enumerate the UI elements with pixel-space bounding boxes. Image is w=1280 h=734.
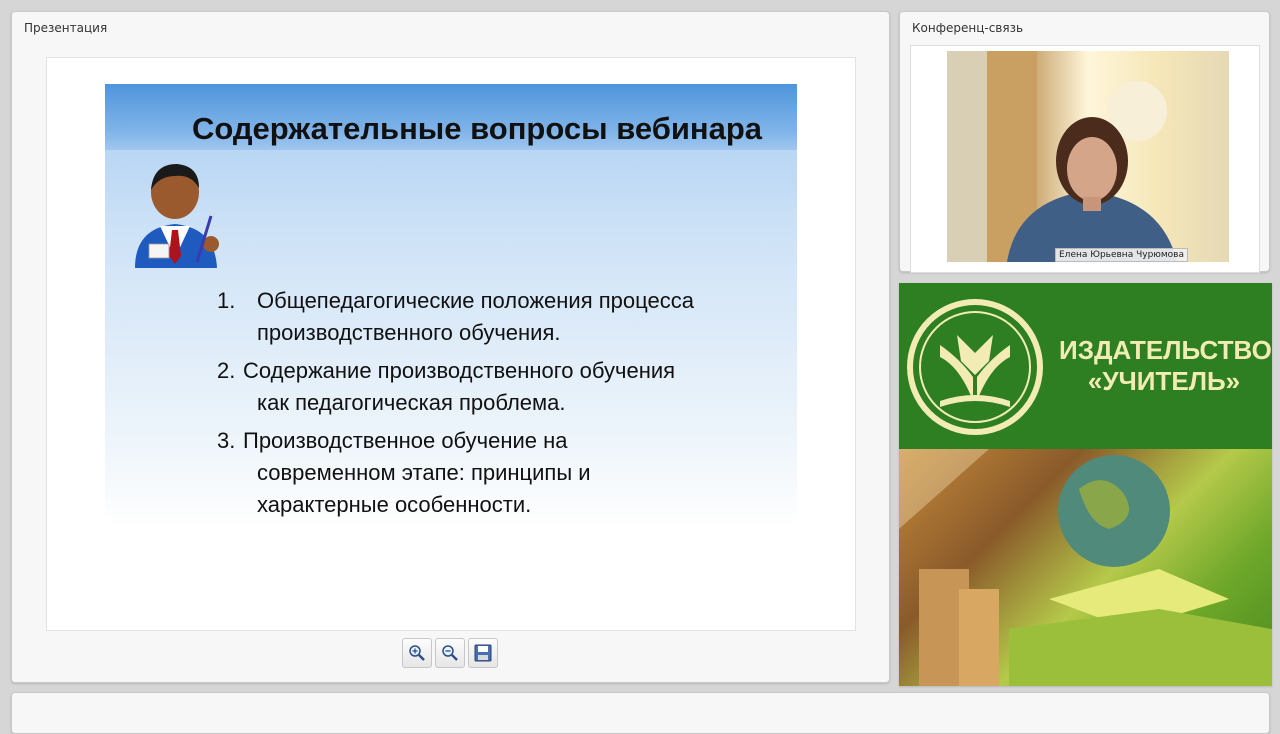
- publisher-name: ИЗДАТЕЛЬСТВО «УЧИТЕЛЬ»: [1059, 335, 1272, 397]
- banner-header: ИЗДАТЕЛЬСТВО «УЧИТЕЛЬ»: [899, 283, 1272, 449]
- publisher-name-line1: ИЗДАТЕЛЬСТВО: [1059, 335, 1272, 365]
- globe-and-books-image: [899, 449, 1272, 686]
- presentation-panel-title: Презентация: [24, 21, 108, 35]
- zoom-out-button[interactable]: [435, 638, 465, 668]
- list-text: Общепедагогические положения процесса: [257, 288, 694, 313]
- slide-list-item: 2. Содержание производственного обучения …: [217, 355, 777, 419]
- speaker-name-tag: Елена Юрьевна Чурюмова: [1055, 248, 1188, 262]
- zoom-in-icon: [409, 645, 425, 661]
- banner-image: [899, 449, 1272, 686]
- slide-viewer[interactable]: Содержательные вопросы вебинара 1. Общепе…: [46, 57, 856, 631]
- list-number: 2.: [217, 358, 236, 383]
- speaker-video-image: [947, 51, 1177, 262]
- teacher-clipart-icon: [135, 164, 219, 268]
- slide-list-item: 3. Производственное обучение на современн…: [217, 425, 777, 521]
- list-text-continuation: характерные особенности.: [257, 492, 532, 517]
- zoom-out-icon: [442, 645, 458, 661]
- save-button[interactable]: [468, 638, 498, 668]
- video-feed[interactable]: Елена Юрьевна Чурюмова: [910, 45, 1260, 273]
- conference-panel: Конференц-связь Елена Юрьевна Чурюмова: [899, 11, 1270, 273]
- zoom-in-button[interactable]: [402, 638, 432, 668]
- slide-title: Содержательные вопросы вебинара: [191, 111, 763, 146]
- slide-list: 1. Общепедагогические положения процесса …: [217, 285, 777, 527]
- save-icon: [474, 644, 492, 662]
- list-text-continuation: современном этапе: принципы и: [257, 460, 591, 485]
- list-number: 3.: [217, 428, 236, 453]
- publisher-logo-icon: [907, 299, 1043, 435]
- video-frame: Елена Юрьевна Чурюмова: [947, 51, 1229, 262]
- list-text: Содержание производственного обучения: [243, 358, 676, 383]
- slide-list-item: 1. Общепедагогические положения процесса …: [217, 285, 777, 349]
- list-text: Производственное обучение на: [243, 428, 568, 453]
- bottom-panel: [11, 692, 1270, 734]
- list-text-continuation: как педагогическая проблема.: [257, 390, 566, 415]
- list-text-continuation: производственного обучения.: [257, 320, 561, 345]
- conference-panel-title: Конференц-связь: [912, 21, 1024, 35]
- presentation-panel: Презентация Содержательные вопросы вебин…: [11, 11, 890, 683]
- publisher-banner[interactable]: ИЗДАТЕЛЬСТВО «УЧИТЕЛЬ»: [899, 283, 1272, 686]
- list-number: 1.: [217, 288, 236, 313]
- publisher-name-line2: «УЧИТЕЛЬ»: [1087, 366, 1241, 396]
